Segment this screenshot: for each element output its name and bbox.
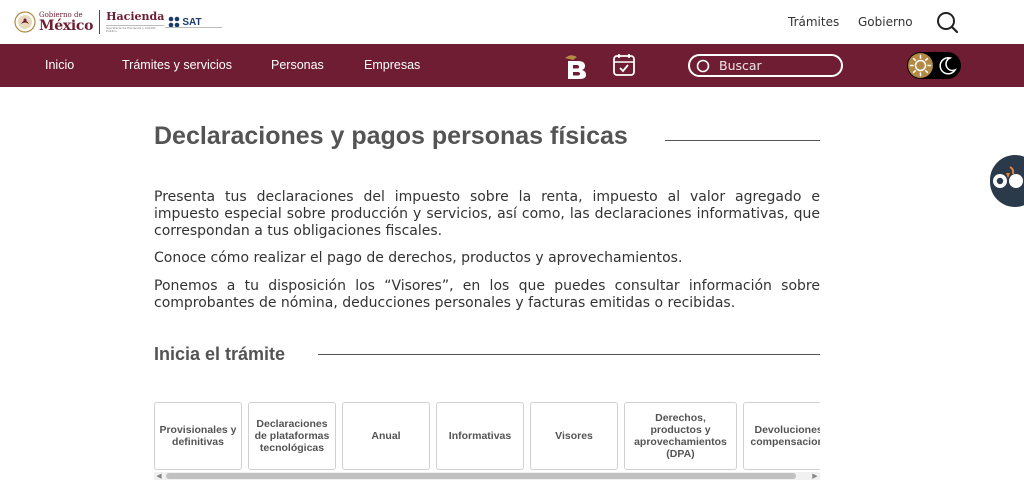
main-navbar: Inicio Trámites y servicios Personas Emp… [0,44,1024,87]
top-link-gobierno[interactable]: Gobierno [858,15,913,29]
light-mode-button[interactable] [908,53,933,78]
accessibility-owl-icon [993,166,1023,188]
logo-divider [99,10,101,34]
card-visores[interactable]: Visores [530,402,618,470]
calendar-check-icon[interactable] [612,52,636,78]
b-logo-icon[interactable] [563,52,589,80]
card-label: Informativas [448,430,512,442]
card-label: Derechos, productos y aprovechamientos (… [634,412,727,460]
sun-icon [909,54,932,77]
gobierno-text: Gobierno de México [39,11,94,34]
scroll-left-arrow-icon[interactable]: ◀ [154,472,164,480]
scrollbar-thumb[interactable] [166,473,796,479]
card-dpa[interactable]: Derechos, productos y aprovechamientos (… [624,402,737,470]
card-label: Devoluciones y compensaciones [750,424,820,448]
card-label: Visores [555,430,593,442]
card-plataformas-tecnologicas[interactable]: Declaraciones de plataformas tecnológica… [248,402,336,470]
search-input[interactable] [719,58,829,73]
page-title: Declaraciones y pagos personas físicas [154,122,628,150]
section-title-inicia-tramite: Inicia el trámite [154,344,286,364]
tramite-cards-carousel[interactable]: Provisionales y definitivas Declaracione… [154,402,820,472]
intro-paragraph-visores: Ponemos a tu disposición los “Visores”, … [154,278,820,311]
accessibility-widget[interactable] [990,155,1024,207]
sat-text: SAT [182,16,202,28]
top-link-tramites[interactable]: Trámites [788,15,839,29]
card-label: Provisionales y definitivas [159,424,237,448]
nav-search-box[interactable] [688,54,843,77]
hacienda-text: Hacienda [106,10,165,23]
card-label: Anual [371,430,401,442]
nav-item-inicio[interactable]: Inicio [45,58,74,72]
intro-paragraph-declaraciones: Presenta tus declaraciones del impuesto … [154,189,820,239]
card-provisionales-y-definitivas[interactable]: Provisionales y definitivas [154,402,242,470]
card-anual[interactable]: Anual [342,402,430,470]
eagle-seal-icon [14,11,36,33]
moon-icon[interactable] [936,54,959,77]
top-header: Gobierno de México Hacienda Secretaría d… [0,0,1024,44]
theme-toggle[interactable] [907,52,961,79]
logo-group[interactable]: Gobierno de México Hacienda Secretaría d… [14,8,202,36]
card-devoluciones-y-compensaciones[interactable]: Devoluciones y compensaciones [743,402,820,470]
nav-item-personas[interactable]: Personas [271,58,324,72]
section-divider [318,354,820,355]
nav-item-empresas[interactable]: Empresas [364,58,420,72]
nav-item-tramites-y-servicios[interactable]: Trámites y servicios [122,58,232,72]
search-icon [696,59,710,72]
scroll-right-arrow-icon[interactable]: ▶ [810,472,820,480]
card-label: Declaraciones de plataformas tecnológica… [254,418,330,454]
title-divider [665,140,820,141]
gobierno-logo[interactable]: Gobierno de México [14,8,93,36]
card-informativas[interactable]: Informativas [436,402,524,470]
search-icon[interactable] [936,11,958,33]
intro-paragraph-pago: Conoce cómo realizar el pago de derechos… [154,250,683,266]
sat-underline [165,27,222,28]
hacienda-subtext: Secretaría de Hacienda y Crédito Público [106,25,165,33]
cards-horizontal-scrollbar[interactable]: ◀ ▶ [154,472,820,480]
gobierno-big-text: México [39,17,94,34]
hacienda-logo[interactable]: Hacienda Secretaría de Hacienda y Crédit… [106,11,164,33]
